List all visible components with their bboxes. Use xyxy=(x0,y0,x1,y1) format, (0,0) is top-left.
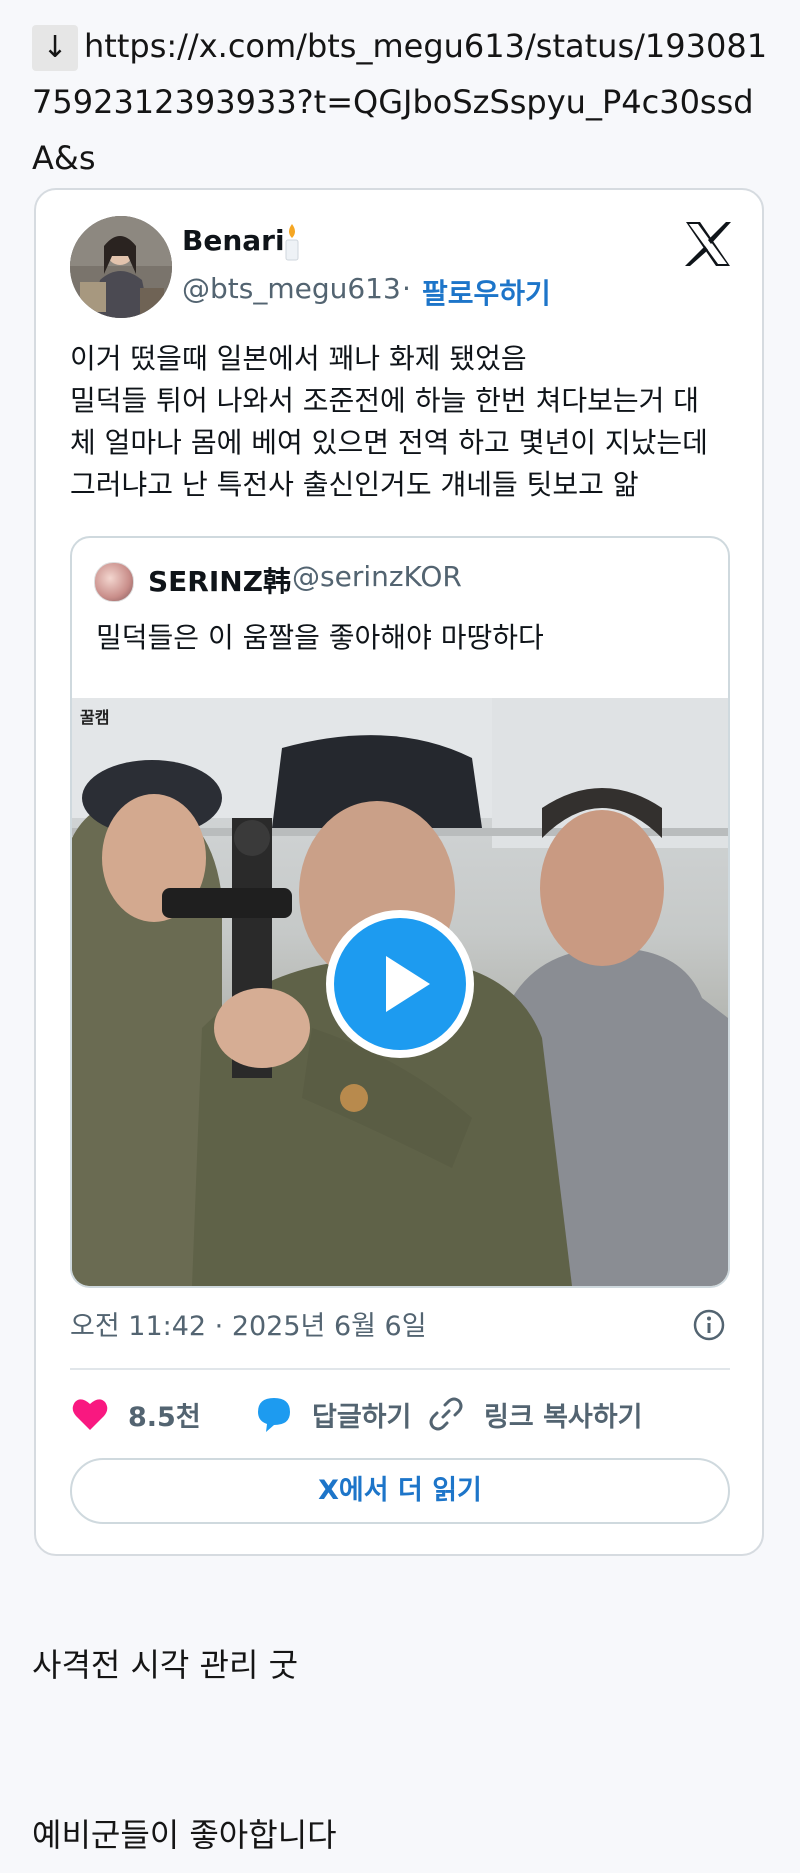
info-icon[interactable] xyxy=(692,1308,726,1342)
handle-separator: · xyxy=(402,272,411,305)
reply-label: 답글하기 xyxy=(312,1401,412,1433)
tweet-line: 이거 떴을때 일본에서 꽤나 화제 됐었음 xyxy=(70,342,527,375)
quoted-tweet-card[interactable]: SERINZ韩 @serinzKOR 밀덕들은 이 움짤을 좋아해야 마땅하다 xyxy=(70,536,730,1288)
comment-text: 예비군들이 좋아합니다 xyxy=(32,1816,337,1854)
embedded-tweet-card[interactable]: Benari @bts_megu613 · 팔로우하기 이거 떴을때 일본에서 … xyxy=(34,188,764,1556)
post-link-line: ↓ https://x.com/bts_megu613/status/193081… xyxy=(32,18,772,186)
author-avatar[interactable] xyxy=(70,216,172,318)
quote-author-avatar[interactable] xyxy=(94,562,134,602)
reply-button[interactable]: 답글하기 xyxy=(254,1390,411,1438)
link-icon xyxy=(429,1397,463,1431)
like-button[interactable]: 8.5천 xyxy=(70,1390,201,1438)
media-watermark: 꿀캠 xyxy=(80,708,110,727)
x-logo-icon[interactable] xyxy=(678,214,738,274)
author-name[interactable]: Benari xyxy=(182,224,285,257)
play-button[interactable] xyxy=(326,910,474,1058)
tweet-line: 체 얼마나 몸에 베여 있으면 전역 하고 몇년이 지났는데 xyxy=(70,426,708,459)
tweet-line: 그러냐고 난 특전사 출신인거도 걔네들 팃보고 앎 xyxy=(70,468,639,501)
tweet-line: 밀덕들 튀어 나와서 조준전에 하늘 한번 쳐다보는거 대 xyxy=(70,384,700,417)
quote-author-name[interactable]: SERINZ韩 xyxy=(148,560,291,600)
post-link-url[interactable]: https://x.com/bts_megu613/status/1930817… xyxy=(32,27,767,177)
quote-author-handle[interactable]: @serinzKOR xyxy=(292,560,462,593)
likes-count: 8.5천 xyxy=(128,1401,201,1433)
tweet-text: 이거 떴을때 일본에서 꽤나 화제 됐었음 밀덕들 튀어 나와서 조준전에 하늘… xyxy=(70,338,740,506)
follow-link[interactable]: 팔로우하기 xyxy=(422,272,551,312)
read-more-button[interactable]: X에서 더 읽기 xyxy=(70,1458,730,1524)
heart-icon xyxy=(72,1399,108,1430)
copy-link-label: 링크 복사하기 xyxy=(484,1401,643,1433)
video-thumbnail[interactable]: 꿀캠 xyxy=(72,698,728,1286)
author-handle[interactable]: @bts_megu613 xyxy=(182,272,401,305)
candle-icon xyxy=(278,222,306,262)
quote-text: 밀덕들은 이 움짤을 좋아해야 마땅하다 xyxy=(96,621,544,654)
tweet-timestamp[interactable]: 오전 11:42 · 2025년 6월 6일 xyxy=(70,1304,427,1343)
copy-link-button[interactable]: 링크 복사하기 xyxy=(426,1390,642,1438)
comment-text: 사격전 시각 관리 굿 xyxy=(32,1646,299,1684)
action-divider xyxy=(70,1368,730,1370)
download-arrow-icon: ↓ xyxy=(32,25,78,71)
reply-bubble-icon xyxy=(258,1398,290,1432)
play-icon xyxy=(334,918,466,1050)
